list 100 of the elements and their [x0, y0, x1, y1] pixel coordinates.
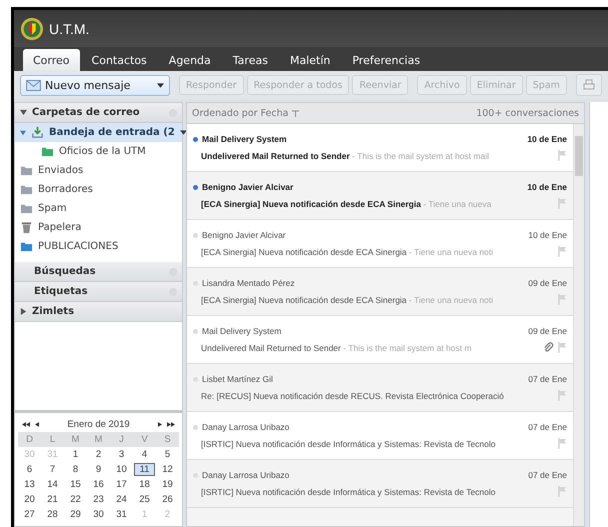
calendar-day[interactable]: 4: [133, 449, 156, 460]
calendar-day[interactable]: 26: [156, 494, 179, 505]
app-tab[interactable]: Preferencias: [342, 49, 430, 71]
flag-icon[interactable]: [558, 486, 567, 497]
calendar-day[interactable]: 21: [41, 494, 64, 505]
folder-item[interactable]: Oficios de la UTM: [15, 142, 182, 161]
sender-name: Mail Delivery System: [202, 326, 282, 336]
flag-icon[interactable]: [558, 342, 567, 353]
message-row[interactable]: Danay Larrosa Uribazo 07 de Ene [ISRTIC] Nueva notificación desde Informática y Sistemas: Revista de Tecnolo: [187, 412, 573, 460]
calendar-day[interactable]: 11: [134, 463, 155, 476]
calendar-day[interactable]: 25: [133, 494, 156, 505]
flag-icon[interactable]: [558, 294, 567, 305]
message-row[interactable]: Benigno Javier Alcivar 10 de Ene [ECA Sinergia] Nueva notificación desde ECA Sinergia - Tiene una nueva noti: [187, 220, 573, 268]
calendar-day[interactable]: 27: [18, 509, 41, 520]
month-label: Enero de 2019: [66, 418, 131, 430]
weekday-label: L: [48, 434, 56, 445]
flag-icon[interactable]: [558, 246, 567, 257]
message-row[interactable]: Mail Delivery System 09 de Ene Undelivered Mail Returned to Sender - This is the mail system at host m: [187, 316, 573, 364]
calendar-day[interactable]: 14: [41, 479, 64, 490]
folder-icon: [20, 164, 33, 177]
calendar-day[interactable]: 3: [110, 449, 133, 460]
message-date: 07 de Ene: [528, 470, 567, 480]
app-title: U.T.M.: [49, 20, 90, 36]
section-header[interactable]: Etiquetas: [15, 282, 182, 302]
previous-month-icon[interactable]: [35, 422, 39, 426]
folder-icon: [20, 202, 33, 215]
calendar-day[interactable]: 22: [64, 494, 87, 505]
new-message-button[interactable]: Nuevo mensaje: [20, 74, 170, 96]
folders-header[interactable]: Carpetas de correo: [15, 103, 182, 123]
message-row[interactable]: Mail Delivery System 10 de Ene Undelivered Mail Returned to Sender - This is the mail system at host mail: [187, 124, 573, 172]
sender-name: Lisbet Martínez Gil: [202, 374, 274, 384]
calendar-day[interactable]: 12: [156, 464, 179, 475]
calendar-day[interactable]: 30: [87, 509, 110, 520]
calendar-day[interactable]: 2: [87, 449, 110, 460]
app-tab[interactable]: Tareas: [222, 49, 278, 71]
calendar-day[interactable]: 24: [110, 494, 133, 505]
app-tab[interactable]: Maletín: [280, 49, 340, 71]
message-date: 10 de Ene: [527, 134, 567, 144]
logo-icon: [20, 16, 44, 40]
weekday-label: J: [118, 434, 125, 445]
folder-icon: [20, 240, 33, 253]
folder-icon: [41, 145, 54, 158]
sender-name: Benigno Javier Alcivar: [202, 182, 294, 192]
message-subject: Undelivered Mail Returned to Sender - This is the mail system at host m: [200, 342, 473, 352]
printer-icon: [582, 79, 595, 91]
expand-arrow-icon[interactable]: [20, 308, 27, 315]
app-tab[interactable]: Correo: [23, 49, 80, 71]
message-date: 07 de Ene: [528, 374, 567, 384]
calendar-day[interactable]: 28: [41, 509, 64, 520]
scrollbar[interactable]: [573, 124, 584, 526]
calendar-day[interactable]: 19: [156, 479, 179, 490]
message-subject: [ECA Sinergia] Nueva notificación desde ECA Sinergia - Tiene una nueva: [200, 198, 492, 208]
message-date: 10 de Ene: [528, 230, 567, 240]
message-date: 09 de Ene: [528, 326, 567, 336]
collapse-arrow-icon[interactable]: [20, 109, 27, 116]
previous-year-icon[interactable]: [22, 422, 30, 426]
flag-icon[interactable]: [558, 150, 567, 161]
print-button[interactable]: [576, 74, 602, 96]
sort-icon[interactable]: [292, 110, 300, 116]
calendar-day[interactable]: 29: [64, 509, 87, 520]
collapse-arrow-icon[interactable]: [20, 130, 26, 136]
calendar-day[interactable]: 10: [110, 464, 133, 475]
calendar-day[interactable]: 8: [64, 464, 87, 475]
next-month-icon[interactable]: [158, 422, 162, 426]
message-date: 10 de Ene: [527, 182, 567, 192]
envelope-icon: [26, 80, 41, 90]
section-header[interactable]: Búsquedas: [15, 262, 182, 282]
folder-item[interactable]: Spam: [15, 199, 182, 218]
folder-item[interactable]: Borradores: [15, 180, 182, 199]
folder-item[interactable]: Papelera: [15, 218, 182, 237]
app-tab[interactable]: Agenda: [158, 49, 221, 71]
calendar-day[interactable]: 16: [87, 479, 110, 490]
flag-icon[interactable]: [558, 390, 567, 401]
calendar-day[interactable]: 17: [110, 479, 133, 490]
section-header[interactable]: Zimlets: [15, 302, 182, 322]
flag-icon[interactable]: [558, 198, 567, 209]
calendar-day[interactable]: 31: [110, 509, 133, 520]
folder-item[interactable]: PUBLICACIONES: [15, 237, 182, 256]
app-tab[interactable]: Contactos: [82, 49, 157, 71]
message-subject: Undelivered Mail Returned to Sender - This is the mail system at host mail: [200, 150, 490, 160]
weekday-label: M: [70, 434, 80, 445]
calendar-day[interactable]: 18: [133, 479, 156, 490]
calendar-day[interactable]: 7: [41, 464, 64, 475]
calendar-day[interactable]: 9: [87, 464, 110, 475]
weekday-label: D: [25, 434, 34, 445]
folder-item[interactable]: Enviados: [15, 161, 182, 180]
calendar-day[interactable]: 5: [156, 449, 179, 460]
calendar-day[interactable]: 15: [64, 479, 87, 490]
calendar-day[interactable]: 20: [18, 494, 41, 505]
message-subject: [ISRTIC] Nueva notificación desde Informática y Sistemas: Revista de Tecnolo: [200, 486, 496, 496]
calendar-day[interactable]: 6: [18, 464, 41, 475]
calendar-day[interactable]: 1: [64, 449, 87, 460]
inbox-icon: [31, 126, 44, 139]
message-date: 09 de Ene: [528, 278, 567, 288]
message-subject: Re: [RECUS] Nueva notificación desde RECUS. Revista Electrónica Cooperació: [200, 390, 505, 400]
calendar-day[interactable]: 23: [87, 494, 110, 505]
calendar-day[interactable]: 13: [18, 479, 41, 490]
flag-icon[interactable]: [558, 438, 567, 449]
next-year-icon[interactable]: [167, 422, 175, 426]
sort-label[interactable]: Ordenado por Fecha: [192, 108, 288, 118]
